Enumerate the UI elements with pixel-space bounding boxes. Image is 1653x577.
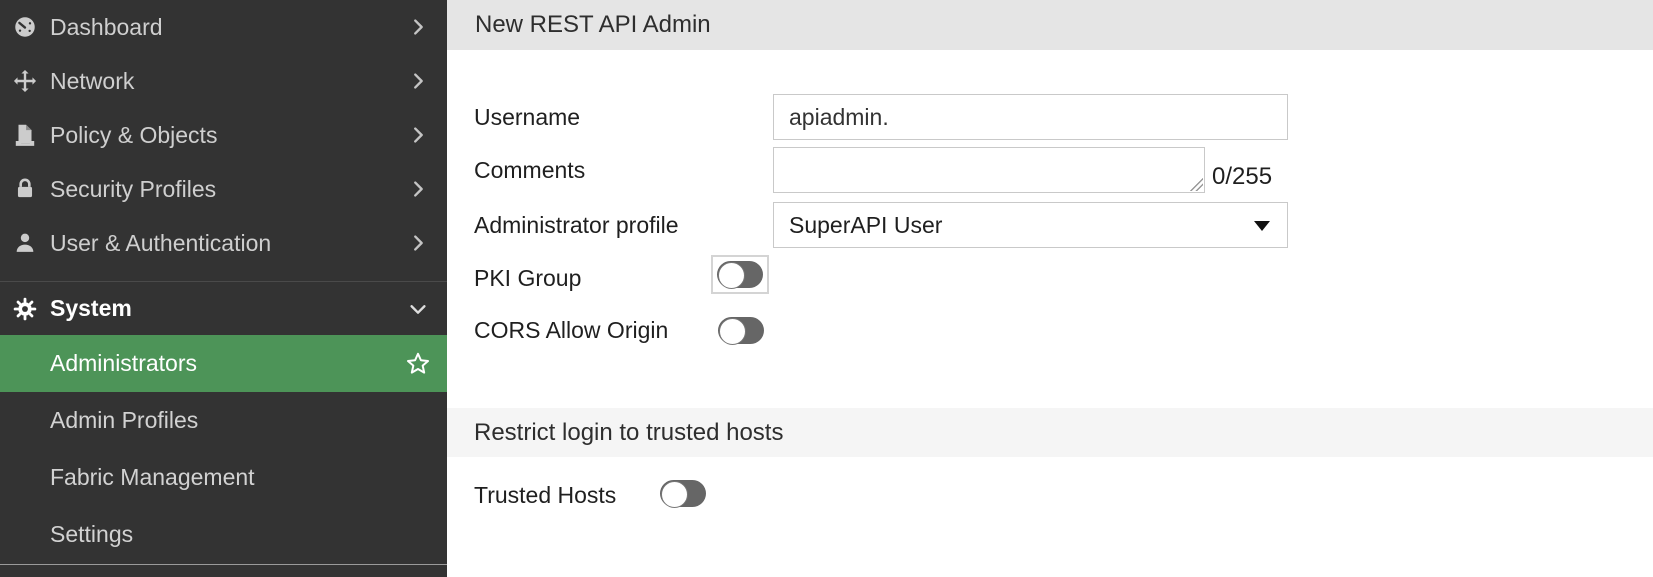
chevron-right-icon xyxy=(407,16,429,38)
sidebar-item-label: System xyxy=(50,295,132,321)
sidebar-subitem-label: Settings xyxy=(50,521,134,547)
username-input[interactable] xyxy=(773,94,1288,140)
sidebar-subitem-fabric-management[interactable]: Fabric Management xyxy=(0,449,447,506)
comments-char-counter: 0/255 xyxy=(1212,163,1273,190)
page-header: New REST API Admin xyxy=(447,0,1653,50)
resize-handle-icon[interactable] xyxy=(1189,177,1203,191)
gauge-icon xyxy=(10,14,40,40)
sidebar-item-user-authentication[interactable]: User & Authentication xyxy=(0,216,447,270)
chevron-right-icon xyxy=(407,232,429,254)
sidebar-item-label: Policy & Objects xyxy=(50,121,218,148)
sidebar-nav: Dashboard Network Policy & Objects Secur… xyxy=(0,0,447,577)
sidebar-item-network[interactable]: Network xyxy=(0,54,447,108)
section-header-trusted-hosts: Restrict login to trusted hosts xyxy=(447,408,1653,457)
sidebar-item-label: Security Profiles xyxy=(50,175,217,202)
sidebar-item-dashboard[interactable]: Dashboard xyxy=(0,0,447,54)
page-title: New REST API Admin xyxy=(475,11,711,38)
document-icon xyxy=(10,122,40,148)
star-outline-icon[interactable] xyxy=(403,349,433,379)
chevron-right-icon xyxy=(407,178,429,200)
trusted-hosts-toggle[interactable] xyxy=(660,480,706,508)
sidebar-item-label: Dashboard xyxy=(50,13,163,40)
sidebar-subitem-admin-profiles[interactable]: Admin Profiles xyxy=(0,392,447,449)
comments-textarea[interactable] xyxy=(773,147,1205,193)
caret-down-icon xyxy=(1254,221,1270,231)
sidebar-subitem-label: Admin Profiles xyxy=(50,407,199,433)
sidebar-subitem-label: Administrators xyxy=(50,350,197,376)
main-content: New REST API Admin Username Comments 0/2… xyxy=(447,0,1653,577)
gear-icon xyxy=(10,296,40,322)
cors-allow-origin-label: CORS Allow Origin xyxy=(474,317,669,343)
administrator-profile-select[interactable]: SuperAPI User xyxy=(773,202,1288,248)
trusted-hosts-label: Trusted Hosts xyxy=(474,482,617,508)
pki-group-label: PKI Group xyxy=(474,265,582,291)
comments-label: Comments xyxy=(474,157,586,183)
pki-group-toggle-focus-ring xyxy=(711,255,769,294)
chevron-right-icon xyxy=(407,70,429,92)
move-icon xyxy=(10,68,40,94)
sidebar-item-label: Network xyxy=(50,67,135,94)
sidebar-divider xyxy=(0,564,447,565)
sidebar-subitem-label: Fabric Management xyxy=(50,464,255,490)
section-title: Restrict login to trusted hosts xyxy=(474,418,784,446)
sidebar-item-security-profiles[interactable]: Security Profiles xyxy=(0,162,447,216)
fortigate-app: Dashboard Network Policy & Objects Secur… xyxy=(0,0,1653,577)
sidebar-item-system[interactable]: System xyxy=(0,281,447,335)
sidebar-subitem-administrators[interactable]: Administrators xyxy=(0,335,447,392)
username-label: Username xyxy=(474,104,581,130)
administrator-profile-value: SuperAPI User xyxy=(789,211,943,238)
chevron-right-icon xyxy=(407,124,429,146)
lock-icon xyxy=(10,176,40,202)
user-icon xyxy=(10,230,40,256)
comments-field-wrapper xyxy=(773,147,1205,193)
sidebar-subitem-settings[interactable]: Settings xyxy=(0,506,447,563)
chevron-down-icon xyxy=(407,298,429,320)
sidebar-item-label: User & Authentication xyxy=(50,229,272,256)
administrator-profile-label: Administrator profile xyxy=(474,212,679,238)
pki-group-toggle[interactable] xyxy=(717,261,763,289)
sidebar-item-policy-objects[interactable]: Policy & Objects xyxy=(0,108,447,162)
cors-allow-origin-toggle[interactable] xyxy=(718,317,764,345)
